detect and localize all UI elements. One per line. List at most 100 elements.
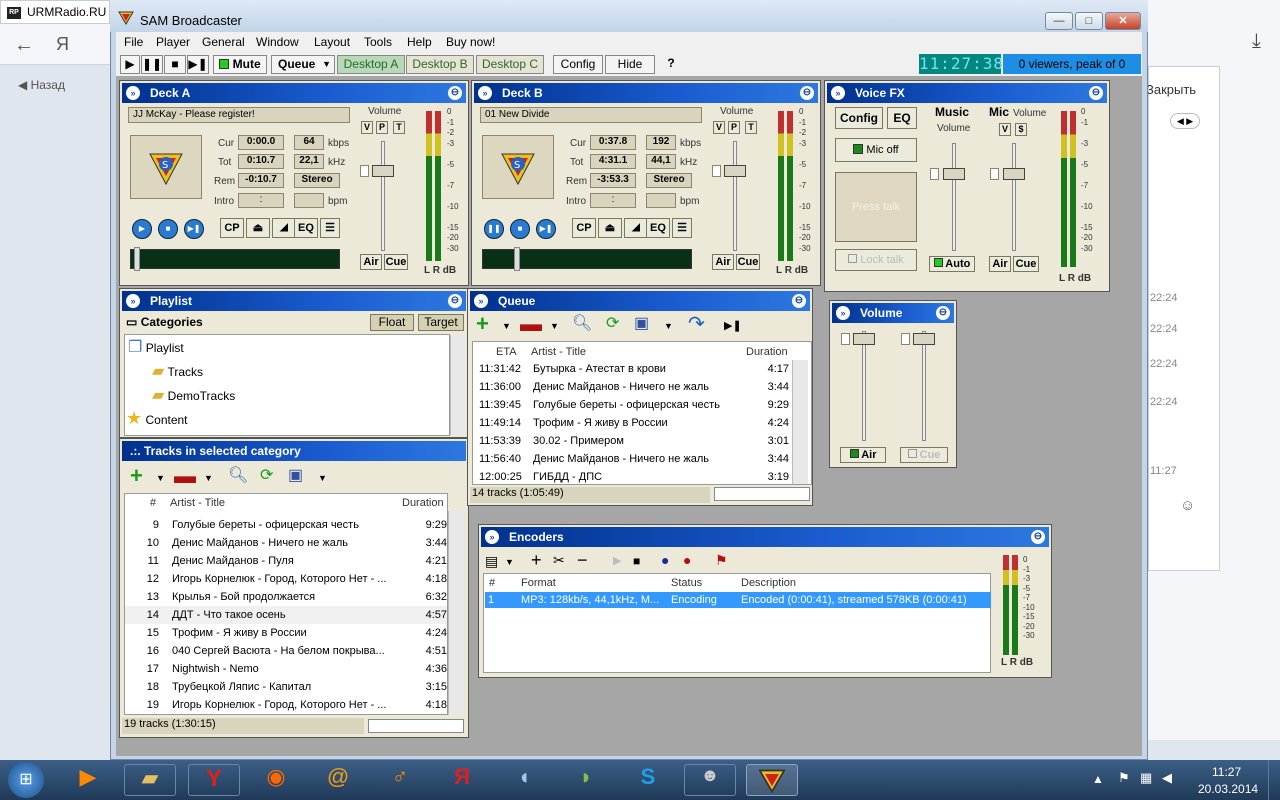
remove-encoder-icon[interactable]: − <box>577 551 588 569</box>
col-num[interactable]: # <box>150 497 156 509</box>
queue-scrollbar[interactable] <box>792 360 808 484</box>
pause-button[interactable]: ❚❚ <box>141 55 163 74</box>
menu-general[interactable]: General <box>202 35 245 49</box>
voice-config-button[interactable]: Config <box>835 107 883 129</box>
deck-b-next-button[interactable]: ▶❚ <box>536 219 556 239</box>
tab-desktop-a[interactable]: Desktop A <box>337 55 405 74</box>
track-row[interactable]: 11 Денис Майданов - Пуля 4:21 <box>125 552 447 570</box>
deck-b-p-button[interactable]: P <box>728 121 740 134</box>
deck-a-p-button[interactable]: P <box>376 121 388 134</box>
float-button[interactable]: Float <box>370 314 414 331</box>
panel-minimize-icon[interactable]: ⊖ <box>448 294 462 308</box>
mic-volume-knob[interactable] <box>1003 168 1025 180</box>
deck-b-eject-button[interactable]: ⏏ <box>598 218 622 238</box>
refresh-icon[interactable]: ⟳ <box>606 315 619 333</box>
explorer-icon[interactable]: ▰ <box>124 764 176 796</box>
mail-icon[interactable]: @ <box>312 764 364 796</box>
stats-icon[interactable]: ⚑ <box>715 551 728 569</box>
col-num[interactable]: # <box>489 577 495 589</box>
deck-a-air-button[interactable]: Air <box>360 254 382 270</box>
deck-b-pause-button[interactable]: ❚❚ <box>484 219 504 239</box>
back-link[interactable]: ◀ Назад <box>0 66 110 106</box>
browser-back-icon[interactable]: ← <box>14 34 34 57</box>
cue-volume-slider[interactable] <box>922 331 926 441</box>
track-row[interactable]: 15 Трофим - Я живу в России 4:24 <box>125 624 447 642</box>
col-duration[interactable]: Duration <box>746 346 788 358</box>
deck-b-air-button[interactable]: Air <box>712 254 734 270</box>
queue-row[interactable]: 11:56:40 Денис Майданов - Ничего не жаль 3… <box>473 450 791 468</box>
menu-window[interactable]: Window <box>256 35 299 49</box>
redo-icon[interactable]: ↷ <box>688 314 705 334</box>
record-icon[interactable]: ● <box>683 551 691 569</box>
target-button[interactable]: Target <box>418 314 464 331</box>
deck-b-volume-slider[interactable] <box>733 141 737 251</box>
browser-tab[interactable]: RP URMRadio.RU <box>0 0 110 24</box>
deck-b-list-button[interactable]: ☰ <box>672 218 692 238</box>
press-talk-button[interactable]: Press talk <box>835 172 917 242</box>
mic-cue-button[interactable]: Cue <box>1013 256 1039 272</box>
music-volume-slider[interactable] <box>952 143 956 251</box>
deck-a-volume-knob[interactable] <box>372 165 394 177</box>
deck-a-seek-knob[interactable] <box>134 247 140 271</box>
encoder-config-icon[interactable]: ▤ <box>485 552 498 570</box>
connect-icon[interactable]: ● <box>661 551 669 569</box>
panel-minimize-icon[interactable]: ⊖ <box>1089 86 1103 100</box>
skype-icon[interactable]: S <box>622 764 674 796</box>
col-duration[interactable]: Duration <box>402 497 444 509</box>
media-player-icon[interactable]: ▶ <box>68 764 108 796</box>
chevron-down-icon[interactable]: ▼ <box>550 317 559 335</box>
deck-a-fade-button[interactable]: ◢ <box>272 218 296 238</box>
yandex-browser-icon[interactable]: Y <box>188 764 240 796</box>
track-row[interactable]: 13 Крылья - Бой продолжается 6:32 <box>125 588 447 606</box>
menu-tools[interactable]: Tools <box>364 35 392 49</box>
track-row[interactable]: 18 Трубецкой Ляпис - Капитал 3:15 <box>125 678 447 696</box>
deck-b-cue-button[interactable]: Cue <box>736 254 760 270</box>
deck-a-balance[interactable] <box>360 165 369 177</box>
search-icon[interactable]: 🔍︎ <box>572 315 592 333</box>
skip-icon[interactable]: ▶❚ <box>724 317 742 335</box>
mute-button[interactable]: Mute <box>213 55 267 74</box>
add-track-icon[interactable]: + <box>130 465 143 487</box>
col-title[interactable]: Artist - Title <box>170 497 225 509</box>
hide-button[interactable]: Hide <box>605 55 655 74</box>
track-row[interactable]: 12 Игорь Корнелюк - Город, Которого Нет -… <box>125 570 447 588</box>
audio-icon[interactable]: ◖ <box>498 764 550 796</box>
firefox-icon[interactable]: ◉ <box>250 764 302 796</box>
tracks-scrollbar[interactable] <box>448 511 464 715</box>
deck-a-cue-button[interactable]: Cue <box>384 254 408 270</box>
auto-button[interactable]: Auto <box>929 256 975 272</box>
track-row[interactable]: 14 ДДТ - Что такое осень 4:57 <box>125 606 447 624</box>
volume-air-button[interactable]: Air <box>840 447 886 463</box>
stop-button[interactable]: ■ <box>164 55 186 74</box>
chevron-down-icon[interactable]: ▼ <box>204 469 213 487</box>
queue-row[interactable]: 11:49:14 Трофим - Я живу в России 4:24 <box>473 414 791 432</box>
minimize-button[interactable]: — <box>1045 12 1073 30</box>
odnoklassniki-icon[interactable]: ♂ <box>374 764 426 796</box>
queue-row[interactable]: 11:31:42 Бутырка - Атестат в крови 4:17 <box>473 360 791 378</box>
deck-a-stop-button[interactable]: ■ <box>158 219 178 239</box>
tools-icon[interactable]: ✂ <box>553 551 565 569</box>
refresh-icon[interactable]: ⟳ <box>260 467 273 485</box>
deck-b-seek-knob[interactable] <box>514 247 520 271</box>
tree-item-playlist[interactable]: ❐ Playlist <box>128 337 184 357</box>
panel-minimize-icon[interactable]: ⊖ <box>936 306 950 320</box>
next-button[interactable]: ▶❚ <box>187 55 209 74</box>
encoder-row[interactable]: 1 MP3: 128kb/s, 44,1kHz, M... Encoding E… <box>485 592 991 608</box>
add-queue-icon[interactable]: + <box>476 313 489 335</box>
music-balance[interactable] <box>930 168 939 180</box>
config-button[interactable]: Config <box>553 55 603 74</box>
deck-a-next-button[interactable]: ▶❚ <box>184 219 204 239</box>
mic-balance[interactable] <box>990 168 999 180</box>
mic-v-button[interactable]: V <box>999 123 1011 136</box>
chevron-down-icon[interactable]: ▼ <box>505 553 514 571</box>
queue-row[interactable]: 12:00:25 ГИБДД - ДПС 3:19 <box>473 468 791 484</box>
app-icon[interactable]: ◗ <box>560 764 612 796</box>
stop-encoder-icon[interactable]: ■ <box>633 552 640 570</box>
deck-b-eq-button[interactable]: EQ <box>646 218 670 238</box>
col-eta[interactable]: ETA <box>496 346 517 358</box>
menu-file[interactable]: File <box>124 35 143 49</box>
yandex-icon[interactable]: Я <box>56 34 69 55</box>
panel-minimize-icon[interactable]: ⊖ <box>800 86 814 100</box>
deck-b-volume-knob[interactable] <box>724 165 746 177</box>
photo-icon[interactable]: ☻ <box>684 764 736 796</box>
